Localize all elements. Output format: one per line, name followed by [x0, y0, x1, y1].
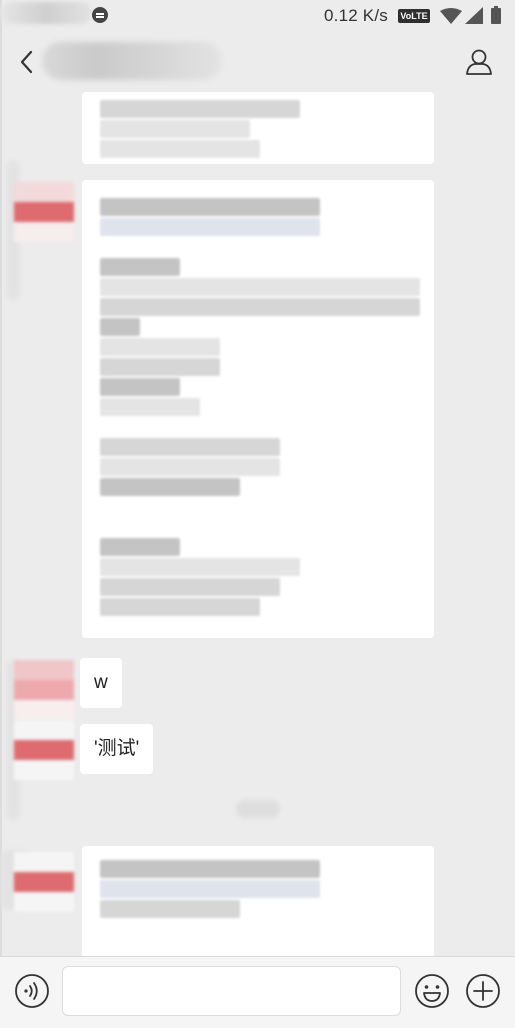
- notification-icon: [92, 7, 108, 23]
- message-input[interactable]: [62, 966, 401, 1016]
- network-speed: 0.12 K/s: [324, 6, 388, 25]
- voice-button[interactable]: [14, 973, 50, 1009]
- message-bubble-blurred[interactable]: [82, 846, 434, 956]
- plus-circle-icon: [466, 974, 500, 1008]
- blurred-content: [100, 860, 416, 920]
- signal-icon: [465, 7, 483, 24]
- chat-header: [0, 34, 515, 90]
- chat-title-blurred: [42, 42, 222, 80]
- input-bar: [0, 956, 515, 1028]
- battery-icon: [491, 6, 501, 24]
- status-bar-blurred-area: [0, 2, 92, 24]
- message-bubble-blurred[interactable]: [82, 180, 434, 638]
- volte-badge: VoLTE: [398, 9, 430, 23]
- message-bubble-blurred[interactable]: [82, 92, 434, 164]
- timestamp-blurred: [236, 800, 280, 818]
- message-bubble[interactable]: w: [80, 658, 122, 708]
- avatar[interactable]: [14, 660, 74, 720]
- profile-button[interactable]: [462, 46, 496, 80]
- person-icon: [466, 49, 492, 75]
- message-text: '测试': [94, 738, 140, 759]
- avatar[interactable]: [14, 852, 74, 912]
- voice-icon: [15, 974, 49, 1008]
- message-list[interactable]: w '测试': [0, 90, 515, 956]
- status-bar: 0.12 K/s VoLTE: [0, 0, 515, 34]
- chevron-left-icon: [20, 50, 33, 74]
- message-text: w: [94, 672, 108, 693]
- back-button[interactable]: [12, 44, 42, 80]
- more-button[interactable]: [465, 973, 501, 1009]
- blurred-content: [100, 100, 416, 160]
- wifi-icon: [440, 8, 462, 24]
- blurred-content: [100, 198, 420, 618]
- message-bubble[interactable]: '测试': [80, 724, 154, 774]
- emoji-icon: [415, 974, 449, 1008]
- emoji-button[interactable]: [414, 973, 450, 1009]
- avatar[interactable]: [14, 720, 74, 780]
- avatar[interactable]: [14, 182, 74, 242]
